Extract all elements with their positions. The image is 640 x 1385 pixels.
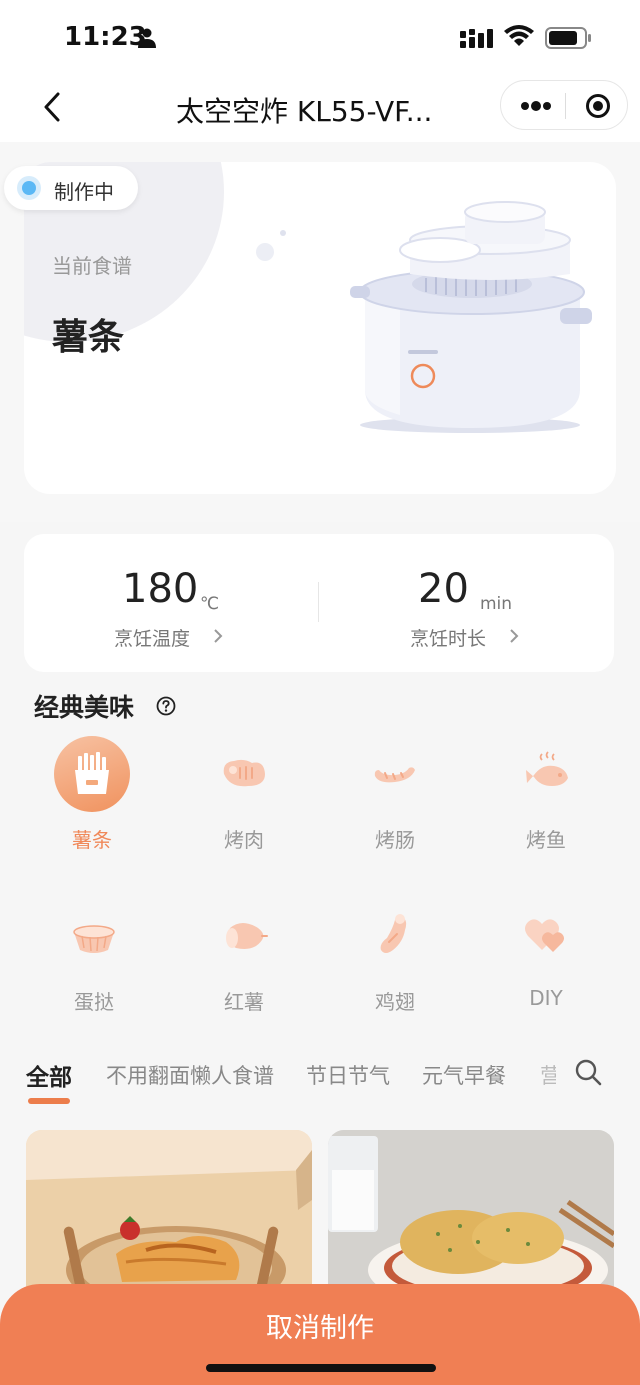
chevron-right-icon bbox=[214, 629, 223, 643]
nav-bar: 太空空炸 KL55-VF... bbox=[0, 72, 640, 142]
mode-sweet-potato[interactable]: 红薯 bbox=[184, 898, 304, 1038]
current-recipe-name: 薯条 bbox=[52, 317, 125, 358]
sausage-icon bbox=[357, 736, 433, 812]
duration-param[interactable]: 20 min 烹饪时长 bbox=[388, 562, 588, 652]
mode-fish[interactable]: 烤鱼 bbox=[486, 736, 606, 876]
recipe-card-2[interactable] bbox=[328, 1130, 614, 1290]
recipe-photo-2 bbox=[328, 1130, 614, 1290]
cellular-signal-icon bbox=[460, 29, 493, 48]
temperature-param[interactable]: 180 ℃ 烹饪温度 bbox=[90, 562, 290, 652]
egg-tart-icon bbox=[56, 898, 132, 974]
mode-egg-tart[interactable]: 蛋挞 bbox=[34, 898, 154, 1038]
status-badge: 制作中 bbox=[4, 166, 138, 210]
duration-label: 烹饪时长 bbox=[410, 628, 487, 650]
temperature-value: 180 bbox=[122, 566, 199, 612]
capsule-divider bbox=[565, 93, 566, 119]
chicken-wing-icon bbox=[357, 898, 433, 974]
recipe-photo-1 bbox=[26, 1130, 312, 1290]
recipe-card-1[interactable] bbox=[26, 1130, 312, 1290]
mini-program-capsule bbox=[500, 80, 628, 130]
meat-icon bbox=[206, 736, 282, 812]
fish-icon bbox=[508, 736, 584, 812]
status-time: 11:23 bbox=[64, 22, 147, 52]
mode-label: 鸡翅 bbox=[375, 990, 415, 1014]
mode-label: 烤肉 bbox=[224, 828, 264, 852]
battery-icon bbox=[545, 27, 591, 49]
mode-label: 薯条 bbox=[72, 828, 112, 852]
tab-lazy-recipes[interactable]: 不用翻面懒人食谱 bbox=[106, 1060, 274, 1090]
mode-label: 烤鱼 bbox=[526, 828, 566, 852]
tab-festivals[interactable]: 节日节气 bbox=[306, 1060, 390, 1090]
cancel-cooking-button[interactable]: 取消制作 bbox=[0, 1284, 640, 1385]
mode-label: 红薯 bbox=[224, 990, 264, 1014]
cooking-params-card: 180 ℃ 烹饪温度 20 min 烹饪时长 bbox=[24, 534, 614, 672]
cancel-cooking-label: 取消制作 bbox=[266, 1313, 374, 1344]
hearts-icon bbox=[508, 898, 584, 974]
duration-unit: min bbox=[480, 594, 513, 614]
tab-overflow: 营 bbox=[520, 1054, 556, 1094]
sweet-potato-icon bbox=[206, 898, 282, 974]
current-recipe-label: 当前食谱 bbox=[52, 254, 132, 278]
mode-sausage[interactable]: 烤肠 bbox=[335, 736, 455, 876]
mode-label: 烤肠 bbox=[375, 828, 415, 852]
mode-label: DIY bbox=[529, 986, 563, 1010]
active-tab-indicator bbox=[28, 1098, 70, 1104]
mode-diy[interactable]: DIY bbox=[486, 898, 606, 1038]
status-badge-label: 制作中 bbox=[54, 180, 114, 204]
temperature-label: 烹饪温度 bbox=[114, 628, 191, 650]
mode-label: 蛋挞 bbox=[74, 990, 114, 1014]
section-title: 经典美味 bbox=[34, 693, 135, 722]
status-dot-icon bbox=[17, 176, 41, 200]
help-question-icon[interactable] bbox=[156, 696, 176, 716]
wifi-icon bbox=[504, 25, 534, 46]
tab-partial[interactable]: 营 bbox=[540, 1060, 556, 1090]
person-icon bbox=[138, 28, 156, 48]
temperature-unit: ℃ bbox=[200, 594, 220, 614]
mode-chicken-wing[interactable]: 鸡翅 bbox=[335, 898, 455, 1038]
air-fryer-image bbox=[256, 201, 592, 433]
tab-all[interactable]: 全部 bbox=[26, 1058, 72, 1092]
home-indicator bbox=[206, 1364, 436, 1372]
more-dots-icon[interactable] bbox=[521, 96, 551, 116]
mode-meat[interactable]: 烤肉 bbox=[184, 736, 304, 876]
chevron-right-icon bbox=[510, 629, 519, 643]
status-bar: 11:23 bbox=[0, 0, 640, 72]
search-icon[interactable] bbox=[574, 1058, 602, 1086]
recipe-category-tabs: 全部 不用翻面懒人食谱 节日节气 元气早餐 营 bbox=[0, 1054, 640, 1110]
page-title: 太空空炸 KL55-VF... bbox=[176, 95, 433, 128]
mode-fries[interactable]: 薯条 bbox=[32, 736, 152, 876]
back-arrow-icon[interactable] bbox=[38, 90, 68, 124]
close-target-icon[interactable] bbox=[585, 93, 611, 119]
params-divider bbox=[318, 582, 319, 622]
tab-breakfast[interactable]: 元气早餐 bbox=[422, 1060, 506, 1090]
duration-value: 20 bbox=[418, 566, 469, 612]
fries-icon bbox=[54, 736, 130, 812]
